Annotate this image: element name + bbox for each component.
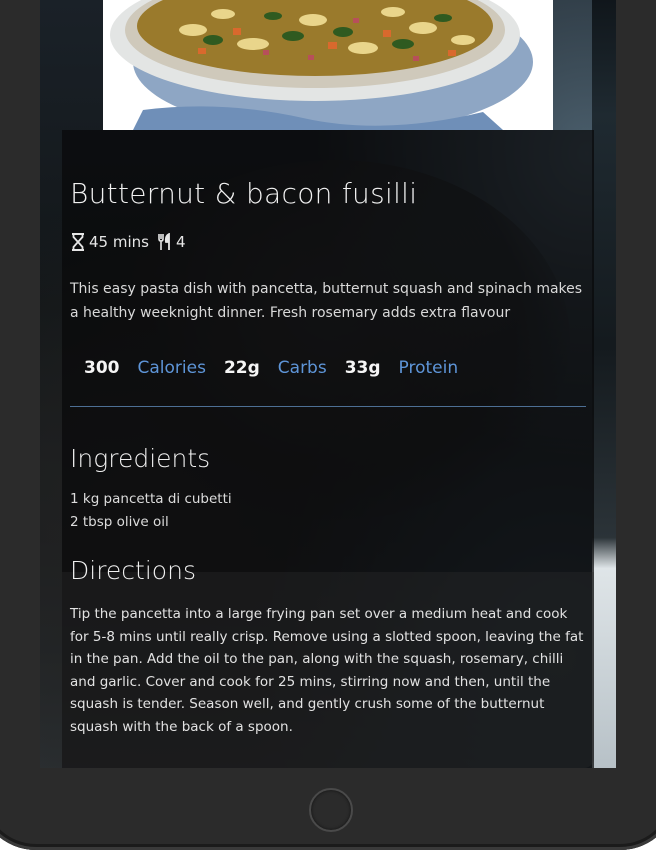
cutlery-icon: [157, 232, 173, 251]
carbs-value: 22g: [223, 358, 260, 378]
servings-count: 4: [175, 233, 186, 251]
recipe-meta: 45 mins 4: [70, 232, 186, 251]
home-button[interactable]: [309, 788, 353, 832]
section-divider: [70, 406, 586, 407]
app-screen: Butternut & bacon fusilli 45 mins 4 This…: [40, 0, 616, 768]
nutrition-summary: 300 Calories 22g Carbs 33g Protein: [84, 358, 476, 378]
directions-heading: Directions: [70, 556, 196, 585]
hourglass-icon: [70, 233, 86, 251]
ingredients-list: 1 kg pancetta di cubetti 2 tbsp olive oi…: [70, 488, 232, 534]
calories-label: Calories: [137, 358, 206, 378]
recipe-hero-image: [103, 0, 553, 130]
recipe-description: This easy pasta dish with pancetta, butt…: [70, 281, 583, 321]
background-photo-edge: [592, 0, 616, 768]
protein-label: Protein: [398, 358, 459, 378]
ingredient-item: 1 kg pancetta di cubetti: [70, 491, 232, 507]
recipe-title: Butternut & bacon fusilli: [70, 177, 418, 210]
calories-value: 300: [84, 358, 120, 378]
directions-text: Tip the pancetta into a large frying pan…: [70, 606, 584, 735]
ingredient-item: 2 tbsp olive oil: [70, 514, 169, 530]
protein-value: 33g: [344, 358, 381, 378]
ingredients-heading: Ingredients: [70, 444, 211, 473]
cook-time: 45 mins: [89, 233, 149, 251]
carbs-label: Carbs: [277, 358, 327, 378]
